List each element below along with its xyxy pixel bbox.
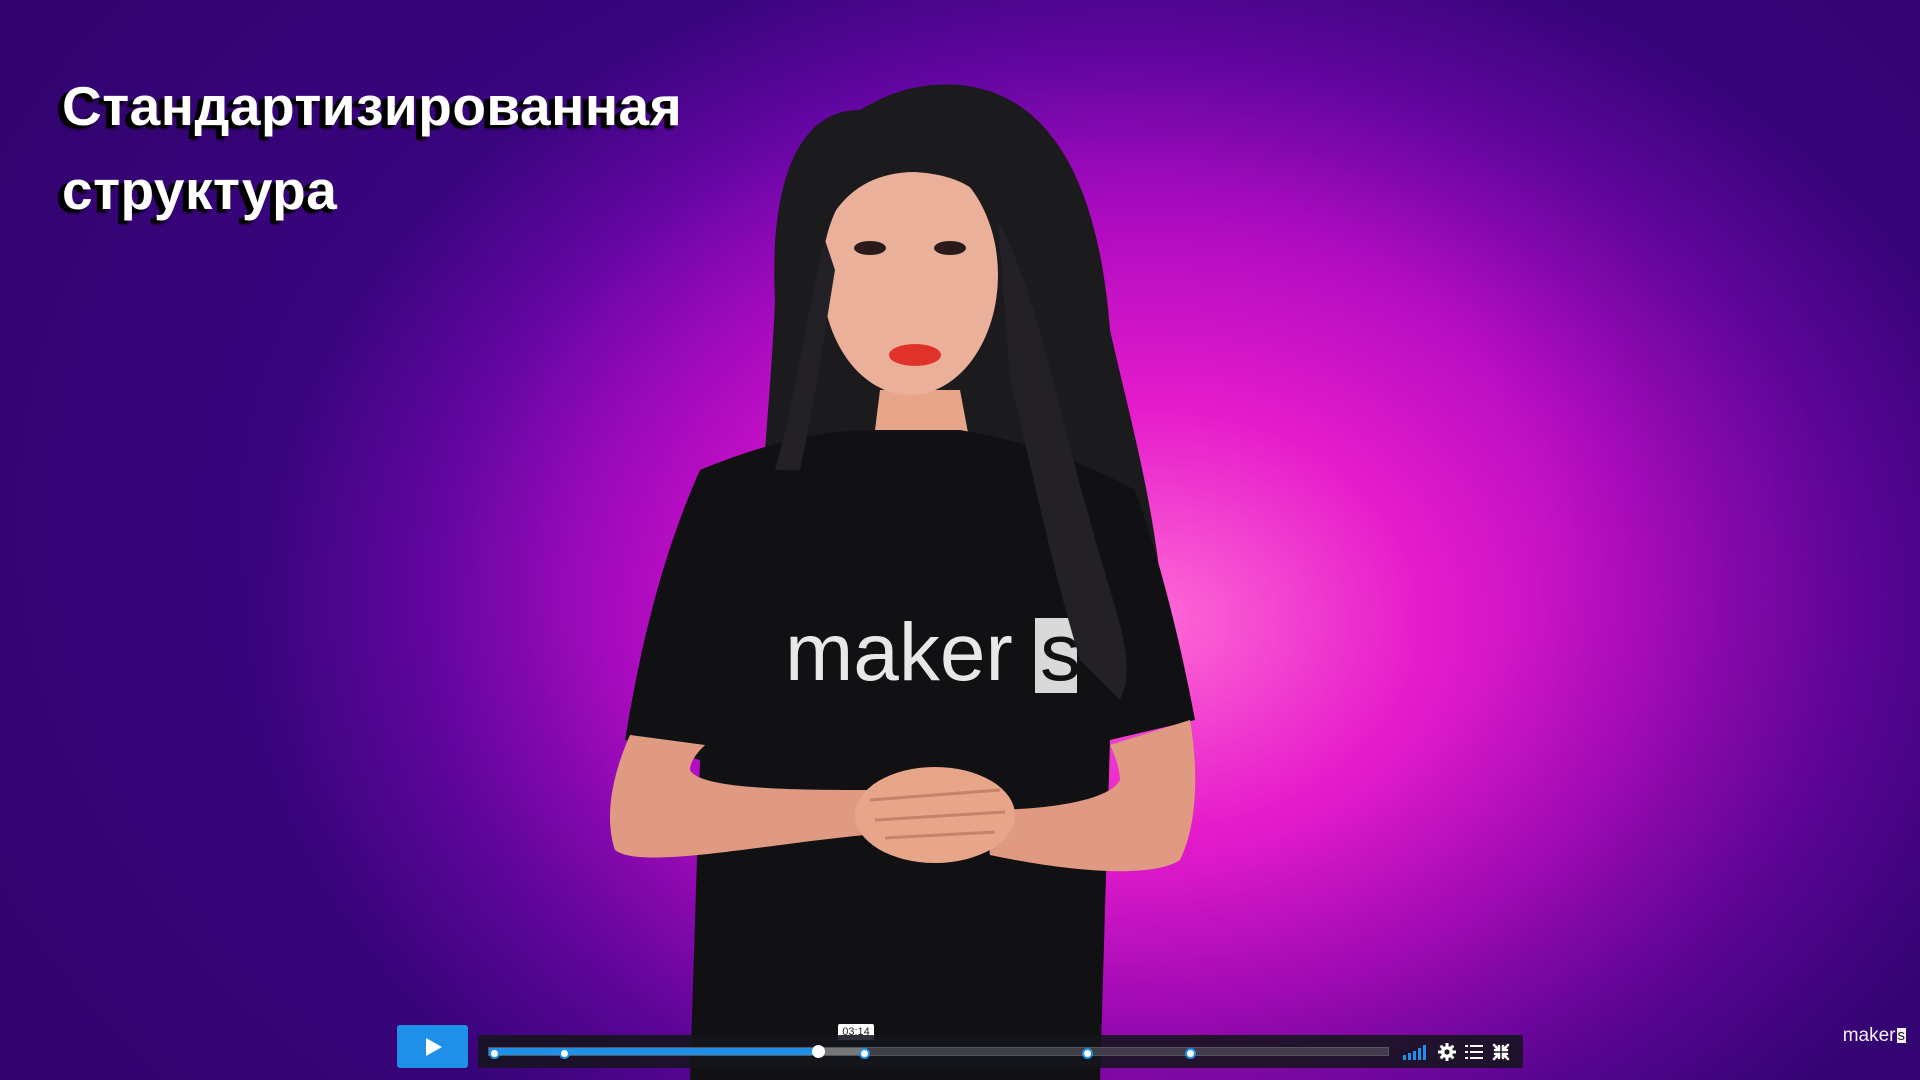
played-range <box>489 1048 819 1055</box>
overlay-title-line-1: Стандартизированная <box>62 75 683 137</box>
chapter-marker[interactable] <box>489 1048 500 1059</box>
watermark-text: maker <box>1842 1025 1896 1046</box>
chapter-marker[interactable] <box>558 1048 570 1059</box>
exit-fullscreen-icon[interactable] <box>1491 1042 1511 1062</box>
watermark-box-letter: s <box>1896 1026 1906 1044</box>
list-icon[interactable] <box>1464 1042 1484 1062</box>
playhead-handle[interactable] <box>811 1045 825 1058</box>
shirt-logo-text: maker <box>785 607 1013 698</box>
seek-bar[interactable] <box>488 1045 1389 1059</box>
chapter-marker[interactable] <box>1185 1048 1197 1059</box>
gear-icon[interactable] <box>1437 1042 1457 1062</box>
overlay-title-line-2: структура <box>62 159 338 221</box>
control-bar <box>478 1035 1523 1068</box>
brand-watermark: maker s <box>1843 1025 1906 1047</box>
chapter-marker[interactable] <box>858 1048 870 1059</box>
play-icon <box>425 1037 442 1056</box>
play-button[interactable] <box>397 1025 468 1068</box>
video-frame[interactable]: maker s Стандартизированная структура <box>0 0 1920 1080</box>
chapter-marker[interactable] <box>1081 1048 1093 1059</box>
overlay-title: Стандартизированная структура <box>62 64 682 232</box>
signal-bars-icon[interactable] <box>1402 1043 1430 1061</box>
